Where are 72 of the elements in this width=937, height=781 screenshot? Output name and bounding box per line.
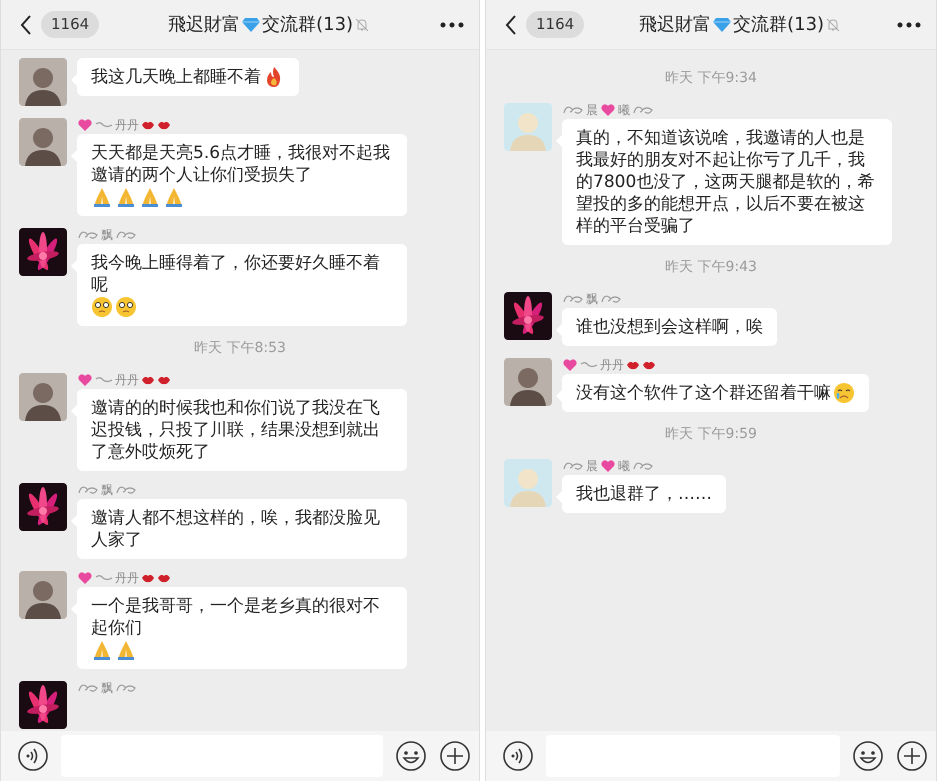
unread-count[interactable]: 1164 [526,11,584,38]
lips-icon [157,119,171,131]
back-icon[interactable] [504,14,518,36]
sender-name: 曦 [618,458,630,475]
unread-count[interactable]: 1164 [41,11,100,38]
sender-name: 飘 [101,680,113,697]
message-text: 谁也没想到会这样啊，唉 [576,316,763,338]
back-icon[interactable] [19,14,33,36]
pleading-face-icon [91,296,113,318]
emoji-icon[interactable] [852,740,884,772]
diamond-icon [241,16,262,32]
sender-name: 丹丹 [115,117,139,134]
heart-icon [600,459,616,473]
avatar [19,58,67,106]
heart-icon [562,358,578,372]
message-text: 邀请人都不想这样的，唉，我都没脸见人家了 [91,507,381,551]
avatar [504,459,552,507]
avatar [19,373,67,421]
crying-face-icon [833,382,855,404]
sender-name: 丹丹 [600,357,624,374]
message-text: 真的，不知道该说啥，我邀请的人也是我最好的朋友对不起让你亏了几千，我的7800也没了，这两天腿都是软的，希望投的多的能想开点，以后不要在被这样的平台受骗了 [576,127,876,237]
swoosh-icon [95,573,113,583]
swoosh-icon [95,120,113,130]
heart-icon [77,571,93,585]
lips-icon [157,572,171,584]
message-text: 没有这个软件了这个群还留着干嘛 [576,382,831,404]
chat-title: 交流群(13) [262,13,354,37]
more-icon[interactable] [896,20,922,28]
heart-icon [77,118,93,132]
message-text: 天天都是天亮5.6点才睡，我很对不起我邀请的两个人让你们受损失了 [91,142,392,186]
diamond-icon [712,16,732,32]
avatar [19,118,67,166]
sender-name: 丹丹 [115,372,139,389]
chat-title: 飛迟財富 [168,13,240,37]
sender-name: 曦 [618,102,630,119]
message-text: 我这几天晚上都睡不着 [91,66,261,88]
heart-icon [600,103,616,117]
sender-name: 晨 [586,458,598,475]
timestamp: 昨天 下午9:34 [664,69,758,88]
more-icon[interactable] [439,20,465,28]
swoosh-icon [580,360,598,370]
avatar [504,103,552,151]
voice-icon[interactable] [17,740,49,772]
message-text: 我今晚上睡得着了，你还要好久睡不着呢 [91,252,381,296]
avatar [19,571,67,619]
sender-name: 飘 [586,291,598,308]
lips-icon [141,572,155,584]
sender-name: 飘 [101,482,113,499]
plus-icon[interactable] [896,740,928,772]
message-text: 邀请的的时候我也和你们说了我没在飞迟投钱，只投了川联，结果没想到就出了意外哎烦死了 [91,397,381,463]
timestamp: 昨天 下午8:53 [193,339,287,358]
chat-title: 飛迟財富 [639,13,712,37]
plus-icon[interactable] [439,740,471,772]
sender-name: 丹丹 [115,570,139,587]
emoji-icon[interactable] [395,740,427,772]
swoosh-icon [95,375,113,385]
sender-name: 晨 [586,102,598,119]
sender-name: 飘 [101,227,113,244]
message-text: 我也退群了，…… [576,483,712,505]
heart-icon [77,373,93,387]
lips-icon [642,359,656,371]
avatar [504,358,552,406]
lips-icon [141,119,155,131]
lips-icon [157,374,171,386]
lips-icon [626,359,640,371]
message-text: 一个是我哥哥，一个是老乡真的很对不起你们 [91,595,381,639]
pleading-face-icon [115,296,137,318]
timestamp: 昨天 下午9:43 [664,258,758,277]
lips-icon [141,374,155,386]
timestamp: 昨天 下午9:59 [664,425,758,444]
voice-icon[interactable] [502,740,534,772]
chat-title: 交流群(13) [733,13,824,37]
